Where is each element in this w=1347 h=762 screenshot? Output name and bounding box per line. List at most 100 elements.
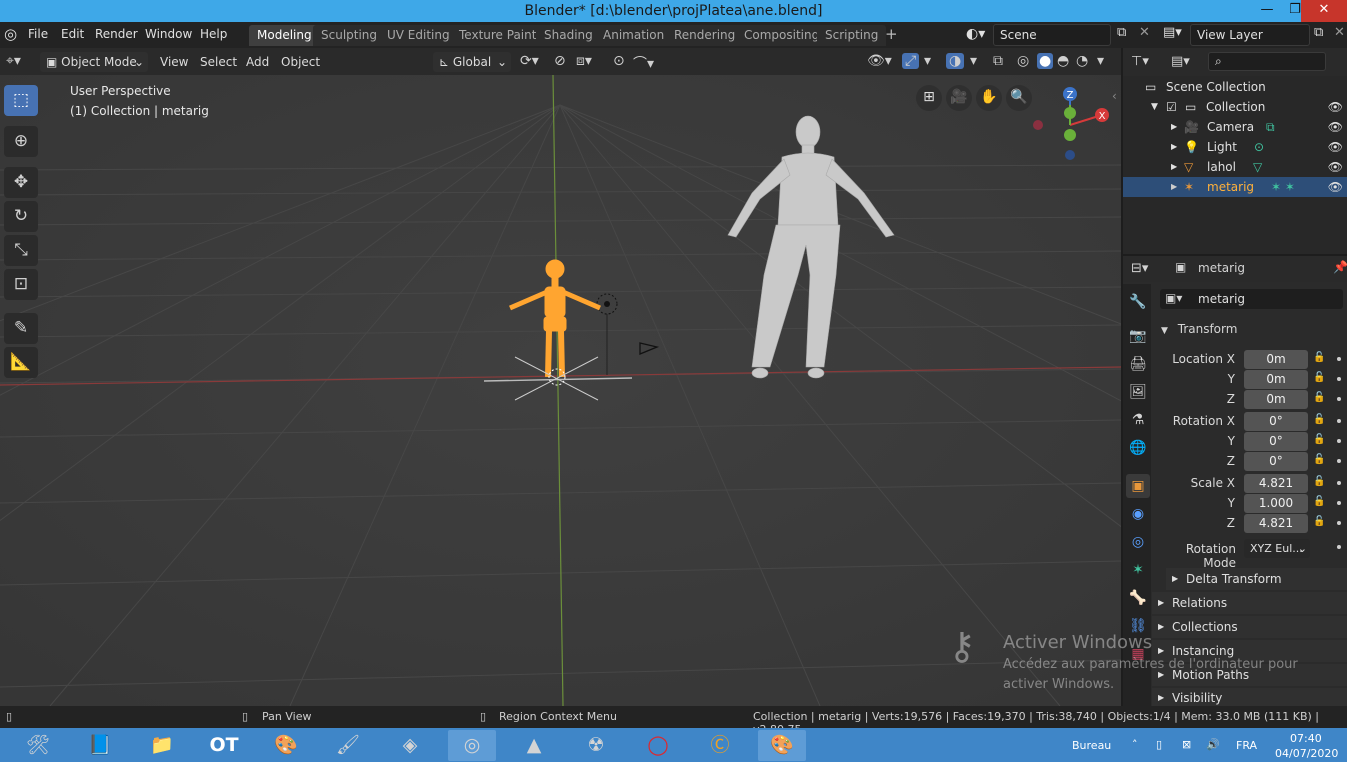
lock-icon[interactable]: 🔓 (1313, 352, 1325, 363)
rotate-tool[interactable]: ↻ (4, 201, 38, 232)
paint-app-icon[interactable]: 🖌 (324, 730, 372, 761)
keyframe-dot-icon[interactable] (1337, 377, 1341, 381)
outliner-editor-type-icon[interactable]: ⊤▾ (1131, 54, 1149, 69)
expand-right-icon[interactable]: ▶ (1171, 137, 1177, 157)
scene-properties-icon[interactable]: ⚗ (1126, 408, 1150, 432)
minimize-button[interactable]: — (1253, 0, 1281, 22)
device-icon[interactable]: ▯ (1156, 738, 1162, 751)
output-properties-icon[interactable]: 🖨 (1126, 352, 1150, 376)
display-mode-icon[interactable]: ▤▾ (1171, 54, 1190, 69)
menu-add[interactable]: Add (240, 52, 275, 72)
camera-data-icon[interactable]: ⧉ (1266, 117, 1275, 137)
mixamo-icon[interactable]: ☢ (572, 730, 620, 761)
rotation-y-field[interactable]: 0° (1244, 432, 1308, 451)
keyframe-dot-icon[interactable] (1337, 545, 1341, 549)
transform-tool[interactable]: ⊡ (4, 269, 38, 300)
network-icon[interactable]: ⊠ (1182, 738, 1191, 751)
snap-target-icon[interactable]: ⧈▾ (576, 53, 592, 69)
gizmo-dropdown-icon[interactable]: ▾ (924, 53, 931, 69)
keyframe-dot-icon[interactable] (1337, 397, 1341, 401)
rotation-mode-dropdown[interactable]: XYZ Eul... ⌄ (1244, 539, 1310, 558)
new-view-layer-icon[interactable]: ⧉ (1314, 25, 1323, 40)
clock-time[interactable]: 07:40 (1290, 732, 1322, 745)
mesh-data-icon[interactable]: ▽ (1253, 157, 1262, 177)
lock-icon[interactable]: 🔓 (1313, 372, 1325, 383)
outliner-search-input[interactable]: ⌕ (1208, 52, 1326, 71)
ccleaner-icon[interactable]: Ⓒ (696, 730, 744, 761)
annotate-tool[interactable]: ✎ (4, 313, 38, 344)
render-properties-icon[interactable]: 📷 (1126, 324, 1150, 348)
tray-expand-icon[interactable]: ˄ (1132, 738, 1138, 751)
overlay-dropdown-icon[interactable]: ▾ (970, 53, 977, 69)
menu-edit[interactable]: Edit (61, 27, 84, 41)
location-x-field[interactable]: 0m (1244, 350, 1308, 369)
transform-panel-header[interactable]: ▼ Transform (1159, 318, 1347, 340)
scene-selector-icon[interactable]: ◐▾ (966, 26, 985, 42)
close-window-button[interactable]: ✕ (1301, 0, 1347, 22)
menu-render[interactable]: Render (95, 27, 138, 41)
tab-rendering[interactable]: Rendering (666, 25, 744, 46)
lock-icon[interactable]: 🔓 (1313, 434, 1325, 445)
visibility-panel[interactable]: ▶ Visibility (1152, 688, 1347, 706)
checkbox-icon[interactable]: ☑ (1166, 97, 1177, 117)
select-box-tool[interactable]: ⬚ (4, 85, 38, 116)
constraints-properties-icon[interactable]: ◎ (1126, 530, 1150, 554)
outliner-row-collection[interactable]: ▼ ☑ ▭ Collection 👁 (1123, 97, 1347, 117)
add-workspace-button[interactable]: + (885, 25, 898, 43)
lock-icon[interactable]: 🔓 (1313, 392, 1325, 403)
delete-scene-icon[interactable]: ✕ (1139, 25, 1150, 40)
gizmo-toggle-icon[interactable]: ⤢ (902, 53, 920, 69)
lock-icon[interactable]: 🔓 (1313, 496, 1325, 507)
keyframe-dot-icon[interactable] (1337, 521, 1341, 525)
start-icon[interactable]: 🛠 (14, 730, 62, 761)
tab-scripting[interactable]: Scripting (817, 25, 887, 46)
scene-field[interactable]: Scene (993, 24, 1111, 46)
tab-uv-editing[interactable]: UV Editing (379, 25, 458, 46)
expand-right-icon[interactable]: ▶ (1171, 157, 1177, 177)
keyframe-dot-icon[interactable] (1337, 459, 1341, 463)
pan-hand-icon[interactable]: ✋ (976, 85, 1002, 111)
lock-icon[interactable]: 🔓 (1313, 454, 1325, 465)
keyframe-dot-icon[interactable] (1337, 419, 1341, 423)
expand-down-icon[interactable]: ▼ (1151, 97, 1158, 117)
location-y-field[interactable]: 0m (1244, 370, 1308, 389)
eye-icon[interactable]: 👁 (1328, 97, 1343, 117)
falloff-icon[interactable]: ⌒▾ (633, 53, 654, 73)
language-indicator[interactable]: FRA (1236, 739, 1257, 752)
menu-select[interactable]: Select (194, 52, 243, 72)
rotation-x-field[interactable]: 0° (1244, 412, 1308, 431)
keyframe-dot-icon[interactable] (1337, 439, 1341, 443)
object-properties-icon[interactable]: ▣ (1126, 474, 1150, 498)
menu-object[interactable]: Object (275, 52, 326, 72)
delete-view-layer-icon[interactable]: ✕ (1334, 25, 1345, 40)
location-z-field[interactable]: 0m (1244, 390, 1308, 409)
material-shading-icon[interactable]: ◓ (1057, 53, 1069, 69)
tab-animation[interactable]: Animation (595, 25, 673, 46)
menu-view[interactable]: View (154, 52, 194, 72)
blender-taskbar-icon[interactable]: ◎ (448, 730, 496, 761)
keyframe-dot-icon[interactable] (1337, 501, 1341, 505)
keyframe-dot-icon[interactable] (1337, 357, 1341, 361)
affinity-icon[interactable]: ◈ (386, 730, 434, 761)
menu-help[interactable]: Help (200, 27, 227, 41)
pivot-point-icon[interactable]: ⟳▾ (520, 53, 539, 69)
transform-orientation-dropdown[interactable]: ⊾ Global ⌄ (433, 52, 511, 72)
opentoonz-icon[interactable]: OT (200, 730, 248, 761)
measure-tool[interactable]: 📐 (4, 347, 38, 378)
expand-right-icon[interactable]: ▶ (1171, 177, 1177, 197)
expand-right-icon[interactable]: ▶ (1171, 117, 1177, 137)
outliner-row-lahol[interactable]: ▶ ▽ lahol ▽ 👁 (1123, 157, 1347, 177)
tab-compositing[interactable]: Compositing (736, 25, 828, 46)
tab-texture-paint[interactable]: Texture Paint (451, 25, 545, 46)
overlay-toggle-icon[interactable]: ◑ (946, 53, 965, 69)
properties-editor-type-icon[interactable]: ⊟▾ (1131, 261, 1148, 276)
wireframe-shading-icon[interactable]: ◎ (1017, 53, 1029, 69)
xray-icon[interactable]: ⧉ (993, 53, 1003, 69)
scale-z-field[interactable]: 4.821 (1244, 514, 1308, 533)
world-properties-icon[interactable]: 🌐 (1126, 436, 1150, 460)
krita-icon[interactable]: 🎨 (262, 730, 310, 761)
eye-icon[interactable]: 👁 (1328, 157, 1343, 177)
menu-window[interactable]: Window (145, 27, 192, 41)
physics-properties-icon[interactable]: ◉ (1126, 502, 1150, 526)
desktop-label[interactable]: Bureau (1072, 739, 1111, 752)
